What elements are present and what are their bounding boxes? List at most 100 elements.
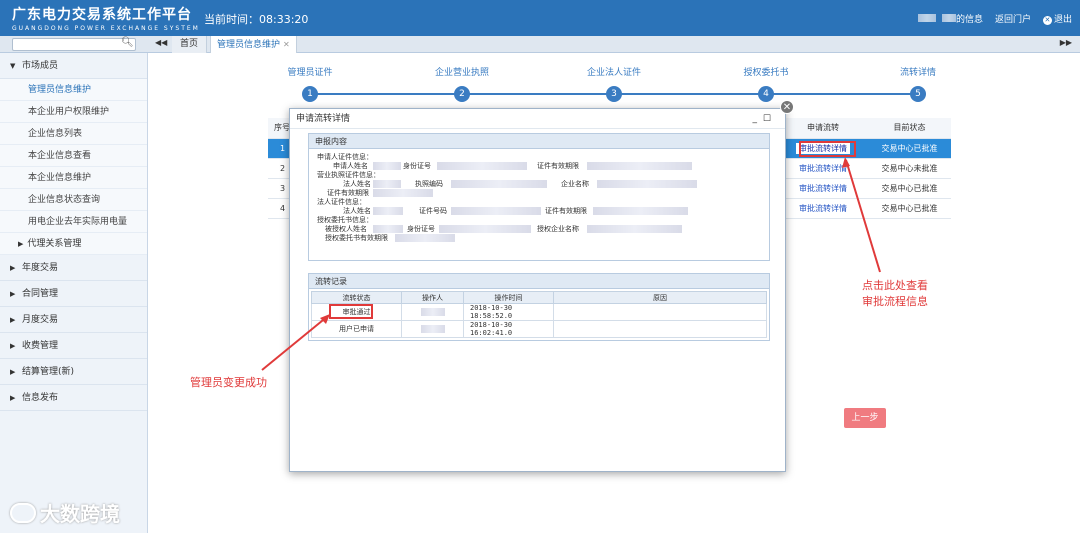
label-license-info: 营业执照证件信息：	[317, 171, 380, 179]
watermark: 大数跨境	[10, 498, 120, 527]
tab-bar: 🔍︎ ◀◀ 首页 管理员信息维护 ✕ ▶▶	[0, 36, 1080, 53]
sidebar-item-admin-info[interactable]: 管理员信息维护	[0, 79, 147, 101]
table-row: 审批通过 2018-10-30 18:58:52.0	[311, 303, 767, 321]
sidebar: ▼ 市场成员 管理员信息维护 本企业用户权限维护 企业信息列表 本企业信息查看 本…	[0, 53, 148, 533]
tab-admin-info[interactable]: 管理员信息维护 ✕	[210, 36, 297, 53]
step-number-4[interactable]: 4	[758, 86, 774, 102]
my-info-link[interactable]: 的信息	[918, 12, 983, 25]
close-icon[interactable]: ✕	[780, 100, 794, 114]
sidebar-group-settlement[interactable]: ▶ 结算管理(新)	[0, 359, 147, 385]
annotation-click-here-1: 点击此处查看	[862, 279, 928, 292]
chevron-right-icon: ▶	[10, 264, 16, 272]
search-input[interactable]	[12, 38, 136, 51]
flow-time: 2018-10-30 18:58:52.0	[463, 303, 554, 321]
flow-detail-link[interactable]: 审批流转详情	[799, 184, 847, 193]
dialog-header: 申请流转详情 _ ☐	[290, 109, 785, 129]
col-header-flow-status: 流转状态	[311, 291, 402, 304]
app-title: 广东电力交易系统工作平台	[12, 7, 192, 23]
chevron-right-icon: ▶	[10, 394, 16, 402]
col-header-op-time: 操作时间	[463, 291, 554, 304]
annotation-admin-changed: 管理员变更成功	[190, 376, 267, 389]
blurred-operator	[401, 320, 464, 338]
declare-panel-body: 申请人证件信息： 申请人姓名 身份证号 证件有效期限 营业执照证件信息： 法人姓…	[309, 149, 769, 247]
logout-button[interactable]: ✕ 退出	[1042, 12, 1072, 25]
highlight-box	[329, 304, 373, 319]
blurred-operator	[401, 303, 464, 321]
close-circle-icon: ✕	[1042, 16, 1052, 25]
sidebar-group-market-member[interactable]: ▼ 市场成员	[0, 53, 147, 79]
chevron-right-icon: ▶	[10, 316, 16, 324]
chevron-right-icon: ▶	[10, 368, 16, 376]
search-icon[interactable]: 🔍︎	[121, 37, 134, 48]
label-cert-valid: 证件有效期限	[537, 162, 579, 170]
label-legal-name-2: 法人姓名	[343, 207, 371, 215]
tab-scroll-right-icon[interactable]: ▶▶	[1060, 38, 1072, 47]
label-auth-valid: 授权委托书有效期限	[325, 234, 388, 242]
label-cert-valid-3: 证件有效期限	[545, 207, 587, 215]
step-number-5[interactable]: 5	[910, 86, 926, 102]
label-license-code: 执照编码	[415, 180, 443, 188]
sidebar-item-company-list[interactable]: 企业信息列表	[0, 123, 147, 145]
step-wizard: 管理员证件 企业营业执照 企业法人证件 授权委托书 流转详情 1 2 3 4 5	[148, 53, 1080, 113]
chevron-right-icon: ▶	[18, 240, 24, 248]
step-number-1[interactable]: 1	[302, 86, 318, 102]
table-row: 用户已申请 2018-10-30 16:02:41.0	[311, 320, 767, 338]
declare-panel-title: 申报内容	[309, 134, 769, 149]
declare-panel: 申报内容 申请人证件信息： 申请人姓名 身份证号 证件有效期限 营业执照证件信息…	[308, 133, 770, 261]
close-icon[interactable]: ✕	[283, 40, 290, 49]
minimize-icon[interactable]: _	[753, 109, 758, 129]
step-label-4[interactable]: 授权委托书	[721, 65, 811, 78]
prev-step-button[interactable]: 上一步	[844, 408, 886, 428]
brand-logo: 广东电力交易系统工作平台 GUANGDONG POWER EXCHANGE SY…	[12, 4, 200, 32]
sidebar-group-contract[interactable]: ▶ 合同管理	[0, 281, 147, 307]
label-legal-name: 法人姓名	[343, 180, 371, 188]
flow-panel-title: 流转记录	[309, 274, 769, 289]
flow-time: 2018-10-30 16:02:41.0	[463, 320, 554, 338]
tab-home[interactable]: 首页	[172, 36, 208, 53]
label-applicant-cert: 申请人证件信息：	[317, 153, 373, 161]
return-portal-link[interactable]: 返回门户	[995, 12, 1031, 25]
blurred-username-2	[941, 14, 956, 22]
label-cert-valid-2: 证件有效期限	[327, 189, 369, 197]
label-id-no: 身份证号	[403, 162, 431, 170]
chevron-right-icon: ▶	[10, 342, 16, 350]
sidebar-group-monthly[interactable]: ▶ 月度交易	[0, 307, 147, 333]
dialog-title: 申请流转详情	[296, 114, 351, 124]
sidebar-group-fees[interactable]: ▶ 收费管理	[0, 333, 147, 359]
current-time: 当前时间：08:33:20	[204, 13, 309, 26]
step-number-3[interactable]: 3	[606, 86, 622, 102]
col-header-flow: 申请流转	[778, 118, 868, 139]
sidebar-item-user-permission[interactable]: 本企业用户权限维护	[0, 101, 147, 123]
sidebar-group-info[interactable]: ▶ 信息发布	[0, 385, 147, 411]
highlight-box	[799, 141, 856, 157]
chat-bubble-icon	[10, 502, 36, 523]
step-number-2[interactable]: 2	[454, 86, 470, 102]
flow-record-panel: 流转记录 流转状态 操作人 操作时间 原因 审批通过 2018-10-30 18…	[308, 273, 770, 341]
step-label-2[interactable]: 企业营业执照	[417, 65, 507, 78]
label-cert-no: 证件号码	[419, 207, 447, 215]
step-label-5[interactable]: 流转详情	[873, 65, 963, 78]
chevron-down-icon: ▼	[10, 62, 16, 70]
sidebar-group-annual[interactable]: ▶ 年度交易	[0, 255, 147, 281]
sidebar-item-company-view[interactable]: 本企业信息查看	[0, 145, 147, 167]
sidebar-item-company-status[interactable]: 企业信息状态查询	[0, 189, 147, 211]
label-applicant-name: 申请人姓名	[333, 162, 368, 170]
step-label-1[interactable]: 管理员证件	[265, 65, 355, 78]
sidebar-item-company-maintain[interactable]: 本企业信息维护	[0, 167, 147, 189]
label-company-name: 企业名称	[561, 180, 589, 188]
annotation-click-here-2: 审批流程信息	[862, 295, 928, 308]
label-id-no-2: 身份证号	[407, 225, 435, 233]
flow-record-table: 流转状态 操作人 操作时间 原因 审批通过 2018-10-30 18:58:5…	[311, 291, 767, 338]
sidebar-item-agent[interactable]: ▶ 代理关系管理	[0, 233, 147, 255]
flow-detail-link[interactable]: 审批流转详情	[799, 164, 847, 173]
flow-detail-link[interactable]: 审批流转详情	[799, 204, 847, 213]
label-grantee-name: 被授权人姓名	[325, 225, 367, 233]
step-label-3[interactable]: 企业法人证件	[569, 65, 659, 78]
sidebar-item-electricity[interactable]: 用电企业去年实际用电量	[0, 211, 147, 233]
label-auth-company: 授权企业名称	[537, 225, 579, 233]
maximize-icon[interactable]: ☐	[763, 109, 771, 129]
blurred-username	[918, 14, 937, 22]
label-legal-cert-info: 法人证件信息：	[317, 198, 366, 206]
tab-scroll-left-icon[interactable]: ◀◀	[155, 38, 167, 47]
app-subtitle: GUANGDONG POWER EXCHANGE SYSTEM	[12, 25, 200, 32]
